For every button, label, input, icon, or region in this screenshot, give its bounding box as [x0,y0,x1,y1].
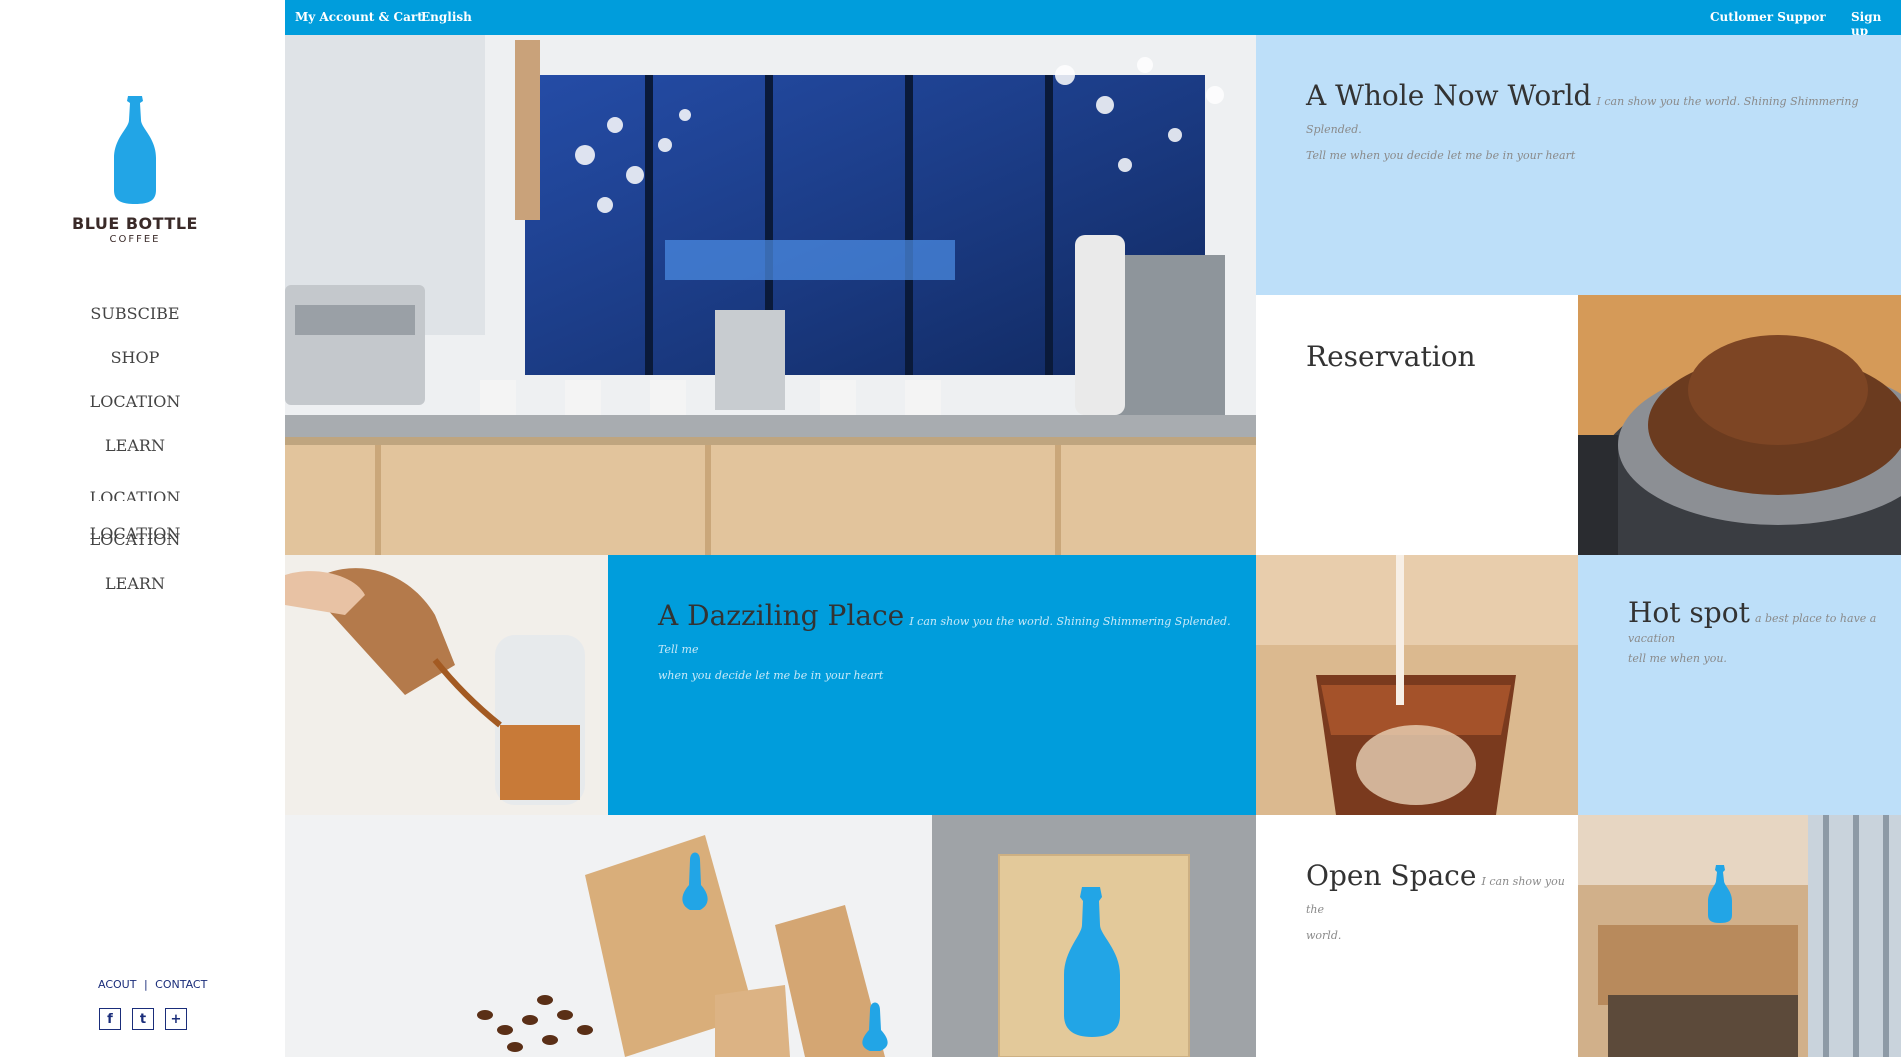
footer-links: ACOUT | CONTACT [98,978,207,991]
nav-location-2[interactable]: LOCATION [0,488,270,501]
whole-world-panel[interactable]: A Whole Now World I can show you the wor… [1256,35,1901,295]
brand-name: BLUE BOTTLE [72,214,198,233]
brand-sub: COFFEE [109,234,161,245]
hot-spot-text-2: vacation [1628,632,1676,645]
coffee-bags-photo [285,815,932,1057]
nav-learn[interactable]: LEARN [0,436,270,455]
sidebar: BLUE BOTTLE COFFEE SUBSCIBE SHOP LOCATIO… [0,0,285,1057]
bottle-logo-icon [114,96,156,204]
chemex-pour-illustration [285,555,608,815]
footer-separator: | [143,978,148,991]
cafe-interior-photo [285,35,1256,555]
reservation-title: Reservation [1306,340,1476,373]
cafe-hall-photo [1578,815,1901,1057]
facebook-icon[interactable]: f [99,1008,121,1030]
reservation-panel[interactable]: Reservation [1256,295,1578,555]
coffee-grounds-illustration [1578,295,1901,555]
open-space-panel[interactable]: Open Space I can show you the world. [1256,815,1578,1057]
hot-spot-panel[interactable]: Hot spot a best place to have a vacation… [1578,555,1901,815]
coffee-grounds-photo [1578,295,1901,555]
dazzling-title: A Dazziling Place [658,599,905,632]
whole-world-text-2: Tell me when you decide let me be in you… [1306,149,1576,162]
cafe-interior-illustration [285,35,1256,555]
iced-latte-photo [1256,555,1578,815]
hot-spot-title: Hot spot [1628,596,1750,629]
dazzling-place-panel[interactable]: A Dazziling Place I can show you the wor… [608,555,1256,815]
brand-logo[interactable]: BLUE BOTTLE COFFEE [70,94,200,245]
nav-location[interactable]: LOCATION [0,392,270,411]
cafe-hall-illustration [1578,815,1901,1057]
language-link[interactable]: English [421,10,472,24]
iced-latte-illustration [1256,555,1578,815]
support-link[interactable]: Cutlomer Suppor [1710,10,1826,24]
open-space-title: Open Space [1306,859,1477,892]
wooden-sign-illustration [932,815,1256,1057]
nav-subscribe[interactable]: SUBSCIBE [0,304,270,323]
about-link[interactable]: ACOUT [98,978,136,991]
chemex-pour-photo [285,555,608,815]
top-bar: My Account & Cart English Cutlomer Suppo… [285,0,1901,38]
signup-link[interactable]: Sign up [1851,10,1901,38]
nav-learn-2[interactable]: LEARN [0,574,270,593]
coffee-bags-illustration [285,815,932,1057]
contact-link[interactable]: CONTACT [155,978,207,991]
dazzling-text-2: when you decide let me be in your heart [658,669,884,682]
whole-world-title: A Whole Now World [1306,79,1592,112]
hot-spot-text-1: a best place to have a [1754,612,1877,625]
nav-location-4[interactable]: LOCATION [0,530,270,549]
wooden-sign-photo [932,815,1256,1057]
plus-icon[interactable]: + [165,1008,187,1030]
nav-shop[interactable]: SHOP [0,348,270,367]
account-cart-link[interactable]: My Account & Cart [295,10,423,24]
twitter-icon[interactable]: t [132,1008,154,1030]
hot-spot-text-3: tell me when you. [1628,652,1727,665]
open-space-text-2: world. [1306,929,1342,942]
